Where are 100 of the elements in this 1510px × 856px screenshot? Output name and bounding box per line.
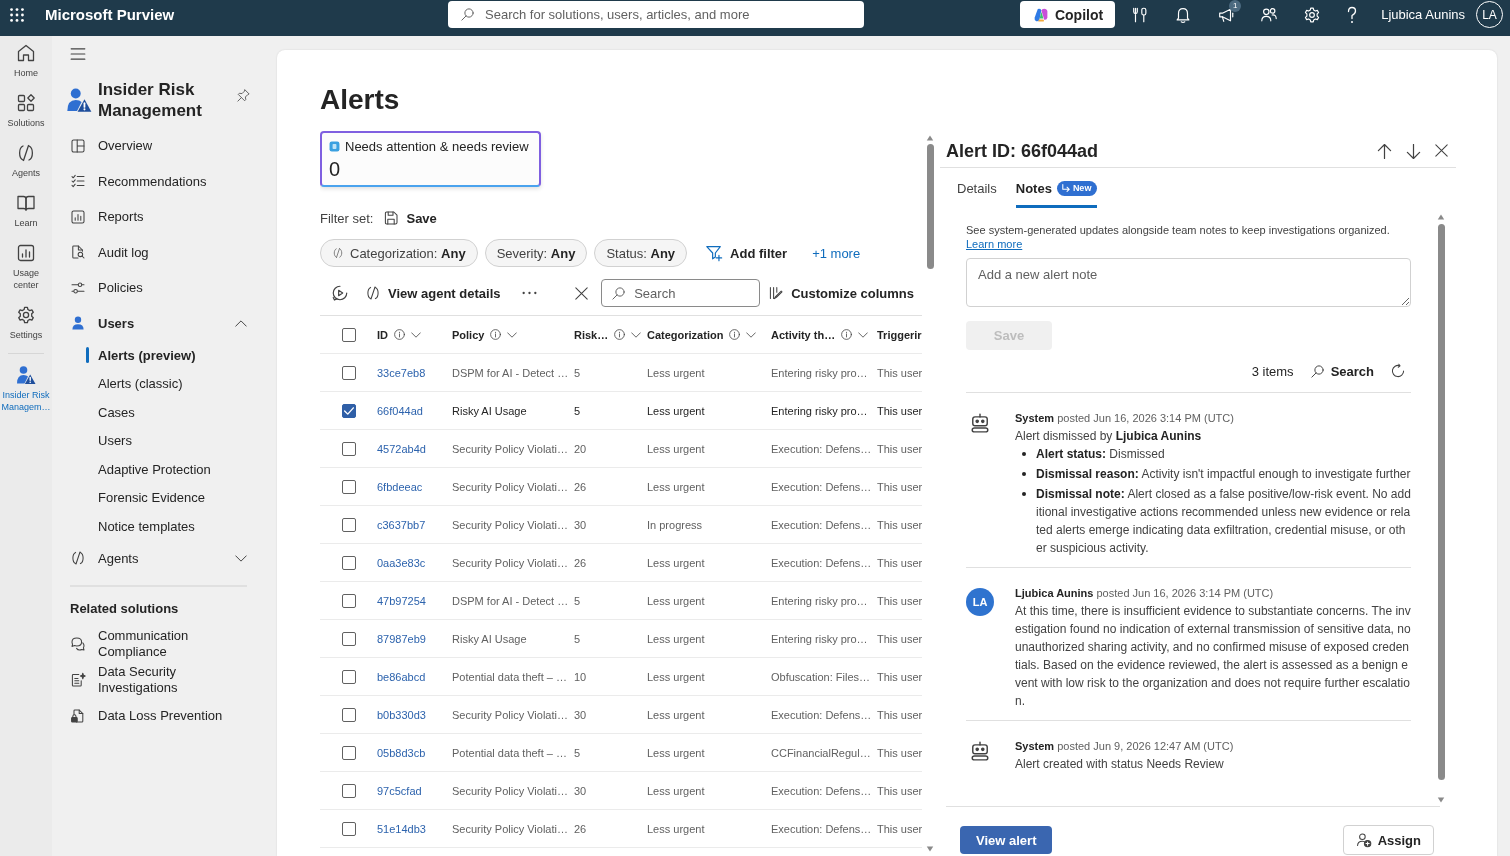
row-checkbox[interactable]	[341, 593, 356, 608]
search-field[interactable]: Search for solutions, users, articles, and more	[448, 1, 864, 28]
pin-icon[interactable]	[236, 88, 251, 103]
tab[interactable]: Notes New	[1015, 168, 1098, 208]
nav-item[interactable]: Overview	[70, 128, 247, 164]
more-filters-link[interactable]: +1 more	[812, 245, 861, 261]
alert-id-link[interactable]: 33ce7eb8	[377, 366, 426, 379]
people-icon[interactable]	[1260, 5, 1279, 24]
nav-subitem[interactable]: Cases	[70, 398, 247, 427]
nav-subitem[interactable]: Users	[70, 426, 247, 455]
customize-columns-button[interactable]: Customize columns	[768, 279, 914, 307]
alert-id-link[interactable]: c3637bb7	[377, 518, 426, 531]
more-icon[interactable]	[522, 291, 538, 295]
nav-item[interactable]: Recommendations	[70, 163, 247, 199]
related-solution-item[interactable]: Communication Compliance	[70, 626, 247, 662]
nav-subitem[interactable]: Notice templates	[70, 512, 247, 541]
save-filter-button[interactable]: Save	[383, 204, 437, 232]
alert-id-link[interactable]: b0b330d3	[377, 708, 426, 721]
close-icon[interactable]	[575, 286, 589, 300]
assign-button[interactable]: Assign	[1342, 825, 1434, 855]
row-checkbox[interactable]	[341, 669, 356, 684]
row-checkbox[interactable]	[341, 555, 356, 570]
arrow-up-icon[interactable]	[1377, 143, 1392, 159]
rail-item[interactable]: Usage center	[0, 239, 52, 296]
row-checkbox[interactable]	[341, 783, 356, 798]
rail-item[interactable]: Learn	[0, 189, 52, 234]
app-name[interactable]: Microsoft Purview	[45, 6, 175, 23]
row-checkbox[interactable]	[341, 479, 356, 494]
row-checkbox[interactable]	[341, 745, 356, 760]
column-header[interactable]: Risk…	[574, 328, 642, 341]
nav-item[interactable]: Policies	[70, 270, 247, 306]
utensils-icon[interactable]	[1131, 5, 1150, 24]
row-checkbox[interactable]	[341, 365, 356, 380]
scrollbar-thumb[interactable]	[1437, 224, 1445, 780]
settings-icon[interactable]	[1303, 5, 1322, 24]
alert-id-link[interactable]: 47b97254	[377, 594, 426, 607]
column-header[interactable]: Activity th…	[771, 328, 869, 341]
alert-id-link[interactable]: 51e14db3	[377, 822, 426, 835]
filter-pill[interactable]: Categorization: Any	[320, 239, 478, 267]
menu-icon[interactable]	[70, 48, 86, 60]
rail-item[interactable]: Settings	[0, 301, 52, 346]
scroll-down-icon[interactable]	[926, 846, 934, 852]
nav-item[interactable]: Agents	[70, 540, 247, 576]
kpi-card[interactable]: Needs attention & needs review 0	[320, 131, 541, 187]
play-circle-icon[interactable]	[331, 284, 349, 302]
view-alert-button[interactable]: View alert	[960, 826, 1053, 854]
column-header[interactable]: Triggerir	[877, 328, 922, 341]
column-header[interactable]: Policy	[452, 328, 518, 341]
view-agent-details-button[interactable]: View agent details	[365, 279, 501, 307]
refresh-icon[interactable]	[1390, 363, 1406, 379]
rail-item[interactable]: Solutions	[0, 89, 52, 134]
nav-subitem[interactable]: Alerts (classic)	[70, 369, 247, 398]
row-checkbox[interactable]	[341, 403, 356, 418]
nav-subitem[interactable]: Alerts (preview)	[70, 341, 247, 370]
rail-item[interactable]: Agents	[0, 139, 52, 184]
scroll-down-icon[interactable]	[1437, 797, 1445, 803]
nav-subitem[interactable]: Adaptive Protection	[70, 455, 247, 484]
tab[interactable]: Details	[957, 168, 997, 208]
alert-id-link[interactable]: 87987eb9	[377, 632, 426, 645]
bar-chart-icon	[16, 243, 36, 263]
table-cell: This user	[877, 404, 922, 417]
row-checkbox[interactable]	[341, 517, 356, 532]
scroll-up-icon[interactable]	[926, 135, 934, 141]
rail-item[interactable]: Home	[0, 39, 52, 84]
nav-item[interactable]: Reports	[70, 199, 247, 235]
copilot-button[interactable]: Copilot	[1019, 1, 1116, 28]
search-button[interactable]: Search	[1309, 363, 1374, 379]
help-icon[interactable]	[1346, 5, 1359, 24]
arrow-down-icon[interactable]	[1406, 143, 1421, 159]
alert-id-link[interactable]: 6fbdeeac	[377, 480, 423, 493]
nav-item[interactable]: Audit log	[70, 234, 247, 270]
select-all-checkbox[interactable]	[341, 327, 356, 342]
app-launcher-icon[interactable]	[10, 7, 24, 22]
column-header[interactable]: ID	[377, 328, 421, 341]
row-checkbox[interactable]	[341, 441, 356, 456]
note-input[interactable]: Add a new alert note	[966, 258, 1411, 307]
search-field[interactable]: Search	[601, 279, 761, 307]
row-checkbox[interactable]	[341, 631, 356, 646]
nav-subitem[interactable]: Forensic Evidence	[70, 483, 247, 512]
close-icon[interactable]	[1435, 143, 1448, 157]
alert-id-link[interactable]: 97c5cfad	[377, 784, 422, 797]
filter-pill[interactable]: Status: Any	[594, 239, 688, 267]
column-header[interactable]: Categorization	[647, 328, 757, 341]
add-filter-button[interactable]: Add filter	[705, 239, 788, 267]
alert-id-link[interactable]: be86abcd	[377, 670, 426, 683]
user-name[interactable]: Ljubica Aunins	[1381, 7, 1465, 22]
filter-pill[interactable]: Severity: Any	[484, 239, 588, 267]
alert-id-link[interactable]: 0aa3e83c	[377, 556, 426, 569]
learn-more-link[interactable]: Learn more	[966, 238, 1023, 250]
scrollbar-thumb[interactable]	[926, 144, 934, 269]
nav-item[interactable]: Users	[70, 305, 247, 341]
alert-id-link[interactable]: 05b8d3cb	[377, 746, 426, 759]
scroll-up-icon[interactable]	[1437, 214, 1445, 220]
row-checkbox[interactable]	[341, 821, 356, 836]
related-solution-item[interactable]: Data Loss Prevention	[70, 698, 247, 734]
row-checkbox[interactable]	[341, 707, 356, 722]
rail-item[interactable]: Insider Risk Managem…	[0, 361, 52, 418]
alert-id-link[interactable]: 4572ab4d	[377, 442, 426, 455]
related-solution-item[interactable]: Data Security Investigations	[70, 662, 247, 698]
alert-id-link[interactable]: 66f044ad	[377, 404, 423, 417]
